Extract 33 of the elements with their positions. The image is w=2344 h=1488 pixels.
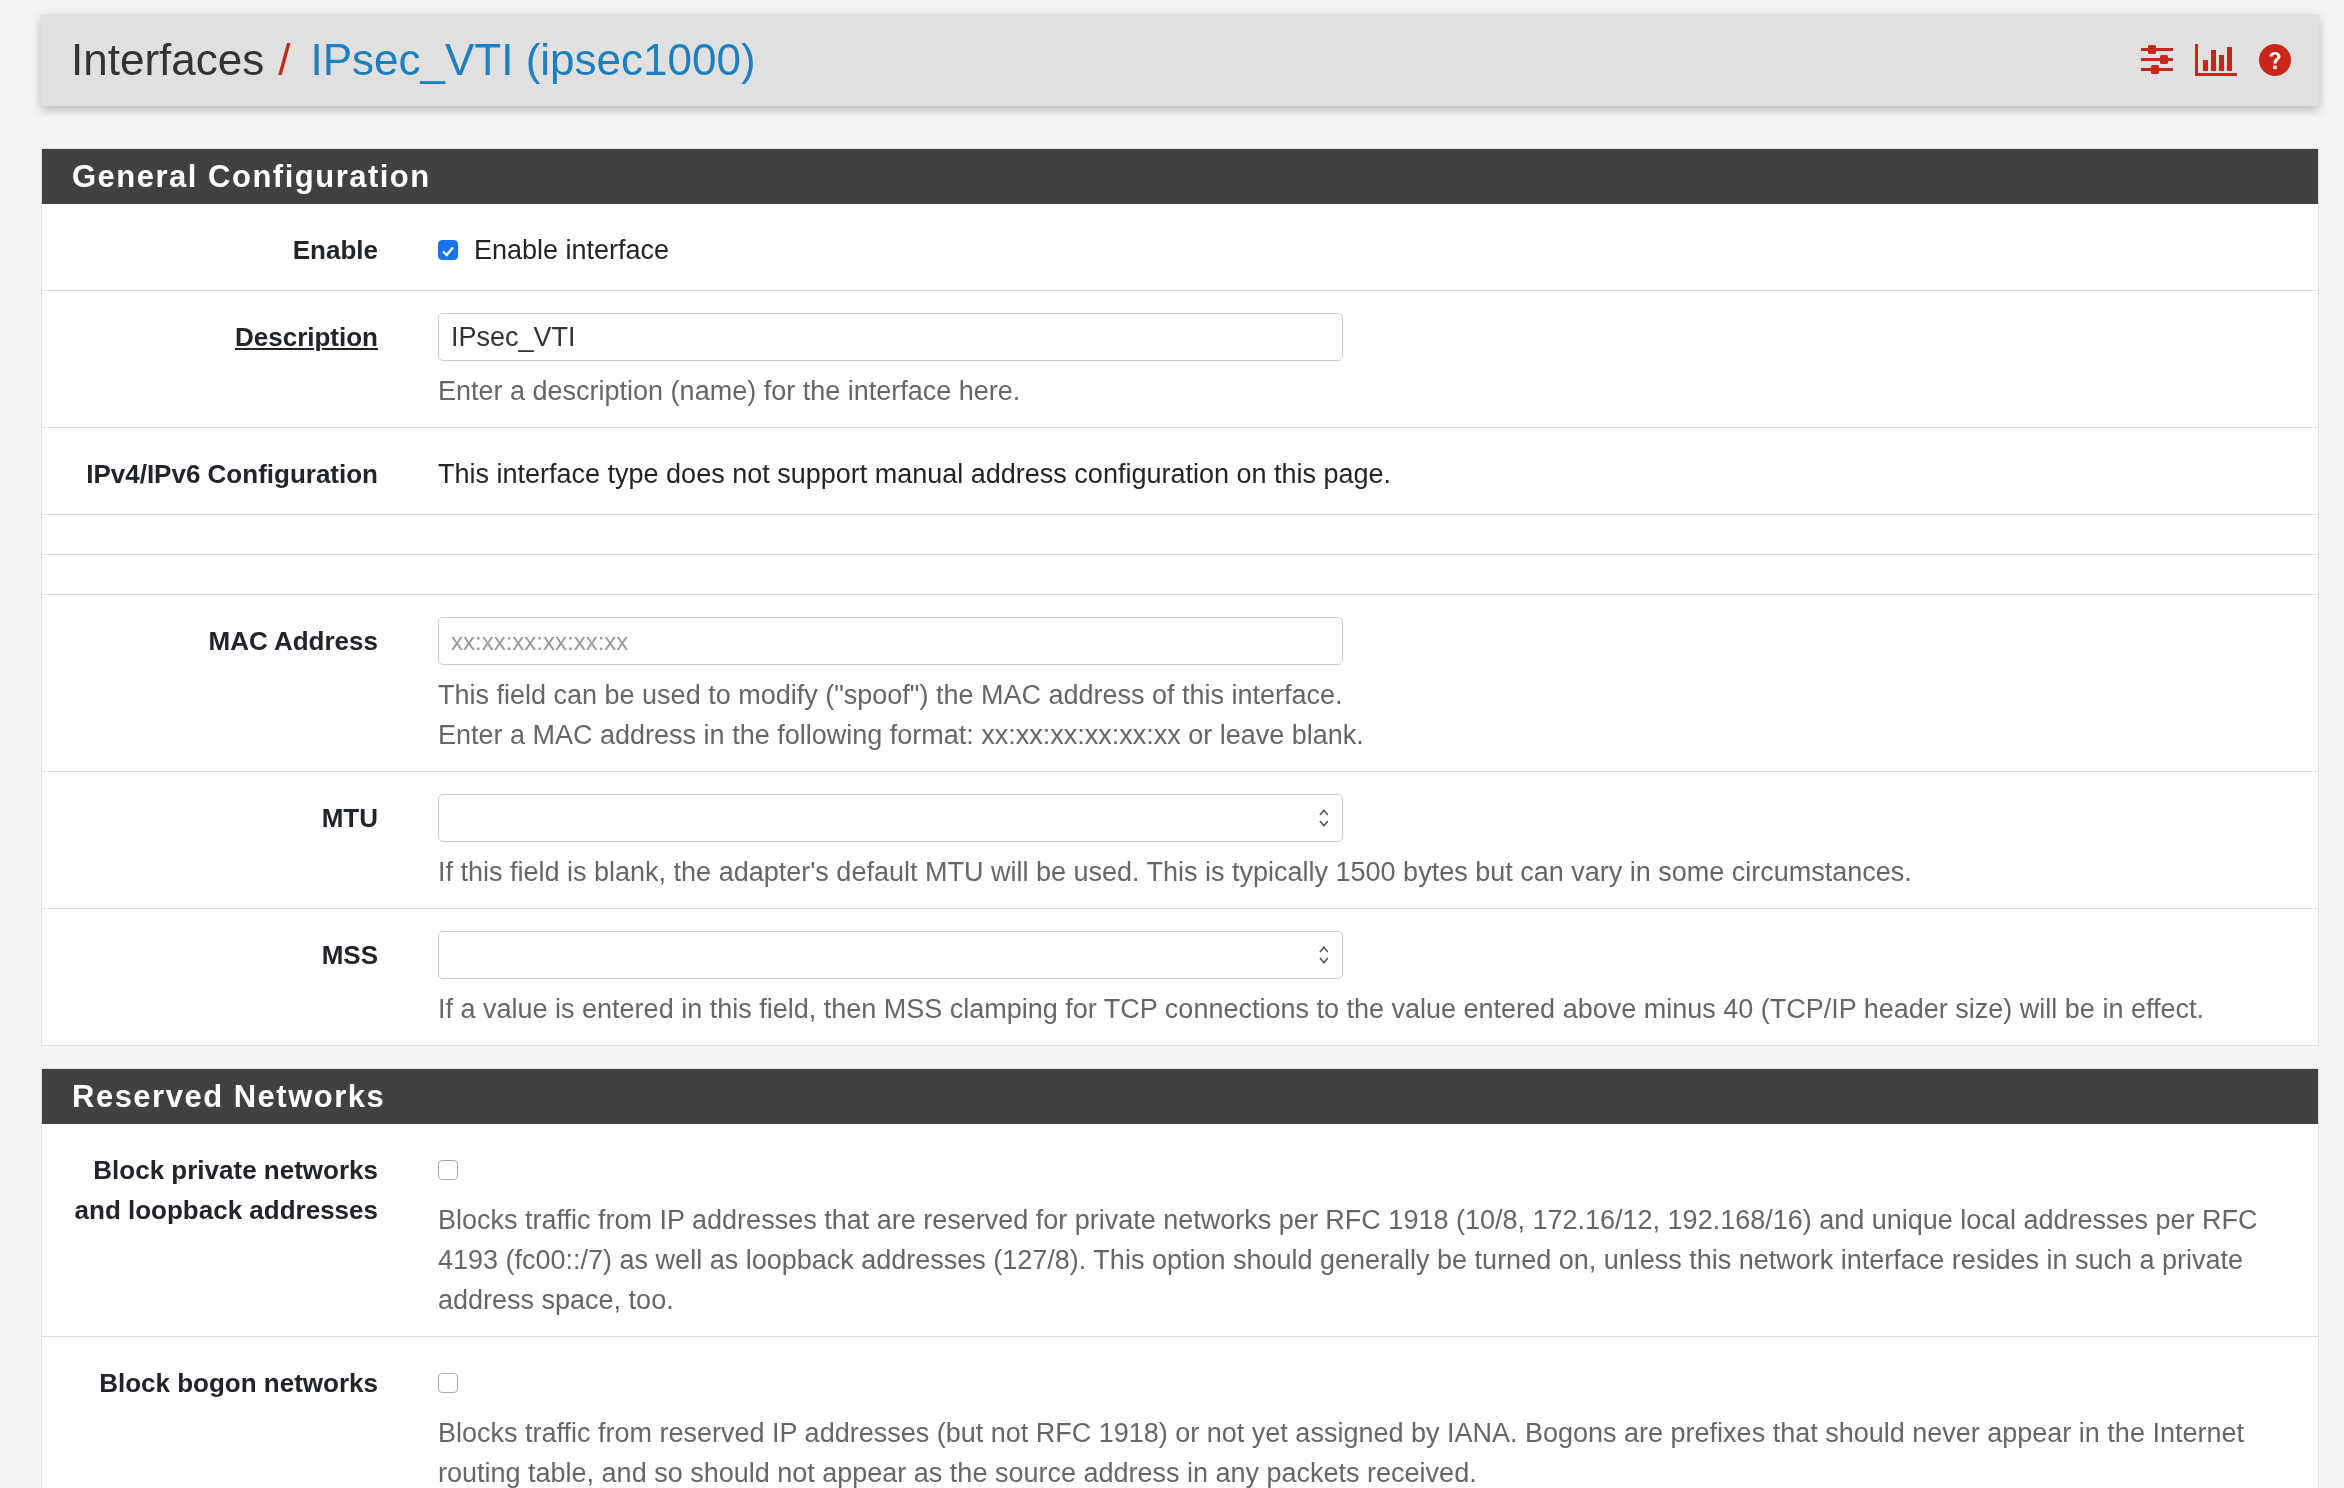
text-field[interactable]: xx:xx:xx:xx:xx:xx	[438, 617, 1343, 665]
checkbox[interactable]	[438, 1160, 458, 1180]
info-text: This interface type does not support manual address configuration on this page.	[438, 458, 1393, 491]
help-text: If a value is entered in this field, then MSS clamping for TCP connections to the value entered above minus 40 (TCP/IP header size) will be in effect.	[438, 993, 2205, 1026]
number-field[interactable]	[438, 794, 1343, 842]
field-label[interactable]: Description	[234, 322, 378, 352]
breadcrumb-link[interactable]: Interfaces	[71, 35, 265, 85]
spinner-icon[interactable]	[1318, 807, 1330, 829]
checkbox[interactable]	[438, 240, 458, 260]
field-label: Block private networks and loopback addresses	[74, 1155, 378, 1225]
help-icon[interactable]	[2259, 44, 2291, 76]
help-text: Blocks traffic from IP addresses that are reserved for private networks per RFC 1918 (10/8, 172.16/12, 192.168/16) and unique local addresses per RFC 4193 (fc00::/7) as well as loopback addresses (127/8). This option should generally be turned on, unless this network interface resides in such a private address space, too.	[438, 1204, 2259, 1317]
sliders-icon[interactable]	[2141, 45, 2173, 75]
checkbox-label[interactable]: Enable interface	[474, 234, 670, 266]
field-label: Block bogon networks	[99, 1368, 378, 1398]
field-label: IPv4/IPv6 Configuration	[86, 459, 378, 489]
number-field[interactable]	[438, 931, 1343, 979]
help-text: This field can be used to modify ("spoof") the MAC address of this interface.	[438, 679, 1344, 712]
field-label: MTU	[321, 803, 378, 833]
breadcrumb-separator: /	[278, 35, 291, 85]
help-text: Enter a description (name) for the interface here.	[438, 375, 1022, 408]
help-text: Blocks traffic from reserved IP addresses (but not RFC 1918) or not yet assigned by IANA. Bogons are prefixes that should never appear in the Internet routing table, and so should not appear as the source address in any packets received.	[438, 1417, 2245, 1488]
field-label: MSS	[321, 940, 378, 970]
help-text: Enter a MAC address in the following format: xx:xx:xx:xx:xx:xx or leave blank.	[438, 719, 1365, 752]
spinner-icon[interactable]	[1318, 944, 1330, 966]
field-label: Enable	[292, 235, 378, 265]
help-text: If this field is blank, the adapter's default MTU will be used. This is typically 1500 bytes but can vary in some circumstances.	[438, 856, 1913, 889]
panel-title: General Configuration	[72, 158, 431, 195]
checkbox[interactable]	[438, 1373, 458, 1393]
panel-title: Reserved Networks	[72, 1078, 386, 1115]
bar-chart-icon[interactable]	[2195, 44, 2237, 76]
text-field[interactable]: IPsec_VTI	[438, 313, 1343, 361]
field-label: MAC Address	[208, 626, 378, 656]
